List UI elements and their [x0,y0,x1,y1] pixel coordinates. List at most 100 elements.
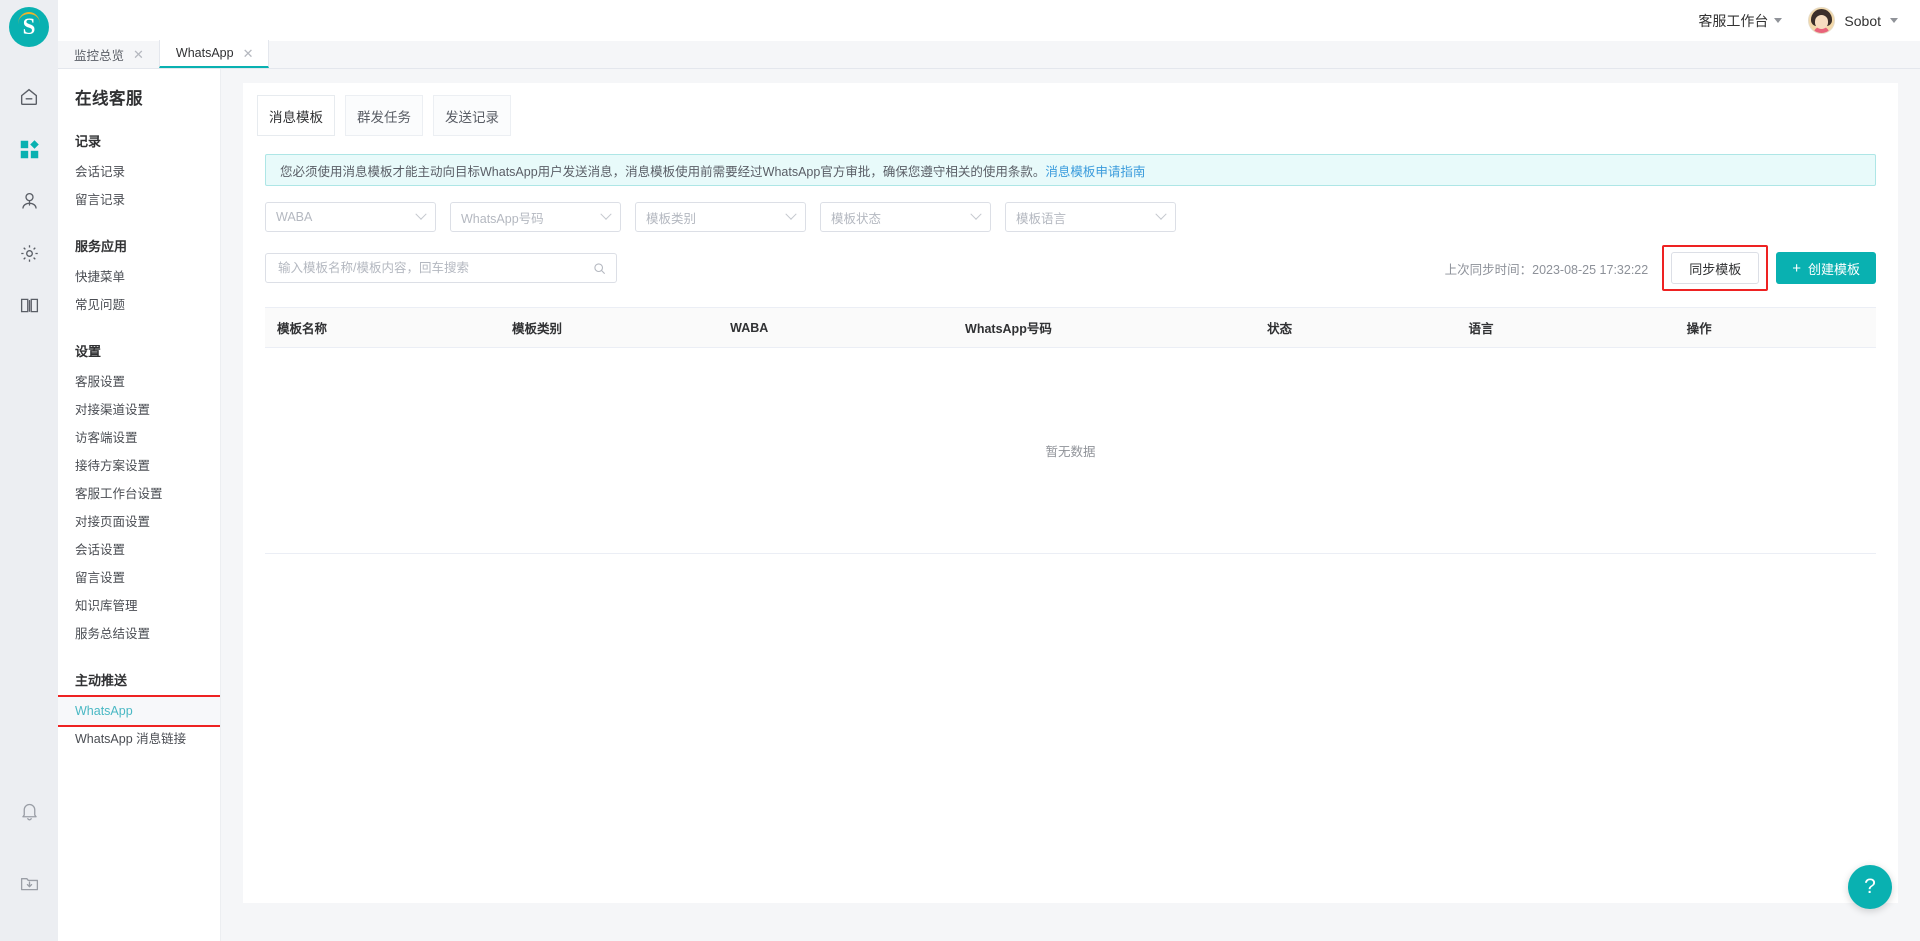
sidebar-item-knowledge-base[interactable]: 知识库管理 [58,592,220,620]
sidebar-item-service-summary-settings[interactable]: 服务总结设置 [58,620,220,648]
home-icon[interactable] [5,71,53,123]
sidebar-item-whatsapp[interactable]: WhatsApp [58,695,220,727]
column-language: 语言 [1456,307,1675,348]
close-icon[interactable]: ✕ [243,47,254,60]
page-tabs: 消息模板 群发任务 发送记录 [243,83,1898,136]
help-button[interactable]: ? [1848,865,1892,909]
sidebar-group-label: 主动推送 [75,673,128,688]
sidebar-item-visitor-settings[interactable]: 访客端设置 [58,424,220,452]
column-template-category: 模板类别 [499,307,719,348]
chevron-down-icon [970,208,982,220]
filter-template-category[interactable]: 模板类别 [635,202,806,232]
tab-bulk-task[interactable]: 群发任务 [345,95,423,136]
sidebar-item-channel-settings[interactable]: 对接渠道设置 [58,396,220,424]
gear-icon[interactable] [5,227,53,279]
bell-icon[interactable] [5,775,53,847]
table-header-row: 模板名称 模板类别 WABA WhatsApp号码 状态 语言 操作 [265,307,1876,348]
tab-label: 群发任务 [357,109,411,125]
search-box[interactable] [265,253,617,283]
sidebar-item-message-records[interactable]: 留言记录 [58,186,220,214]
filter-whatsapp-number[interactable]: WhatsApp号码 [450,202,621,232]
tab-label: 消息模板 [269,109,323,125]
sidebar-item-faq[interactable]: 常见问题 [58,291,220,319]
column-status: 状态 [1255,307,1457,348]
tab-panel: 您必须使用消息模板才能主动向目标WhatsApp用户发送消息，消息模板使用前需要… [243,136,1898,554]
close-icon[interactable]: ✕ [133,48,144,61]
user-name: Sobot [1844,12,1881,29]
sidebar-item-label: 快捷菜单 [75,270,126,284]
question-mark-icon: ? [1864,875,1876,898]
notice-banner: 您必须使用消息模板才能主动向目标WhatsApp用户发送消息，消息模板使用前需要… [265,154,1876,186]
sidebar-item-whatsapp-message-link[interactable]: WhatsApp 消息链接 [58,725,220,753]
empty-state-text: 暂无数据 [1045,445,1096,459]
tab-message-template[interactable]: 消息模板 [257,95,335,136]
create-template-button[interactable]: + 创建模板 [1776,252,1876,284]
sync-template-button[interactable]: 同步模板 [1671,252,1760,284]
filter-waba[interactable]: WABA [265,202,436,232]
sidebar-item-label: 留言记录 [75,193,126,207]
tab-send-records[interactable]: 发送记录 [433,95,511,136]
window-tab-label: 监控总览 [74,48,125,63]
sidebar-item-reception-plan-settings[interactable]: 接待方案设置 [58,452,220,480]
filter-row: WABA WhatsApp号码 模板类别 模板状态 模板语言 [265,202,1876,232]
chevron-down-icon [415,208,427,220]
notice-text: 您必须使用消息模板才能主动向目标WhatsApp用户发送消息，消息模板使用前需要… [280,164,1046,179]
sidebar-item-agent-settings[interactable]: 客服设置 [58,368,220,396]
user-icon[interactable] [5,175,53,227]
sidebar-group-service-apps: 服务应用 快捷菜单 常见问题 [58,236,220,319]
sidebar-item-session-settings[interactable]: 会话设置 [58,536,220,564]
search-and-actions-row: 上次同步时间：2023-08-25 17:32:22 同步模板 + 创建模板 [265,245,1876,291]
sidebar-group-label: 记录 [75,134,102,149]
sidebar-item-workbench-settings[interactable]: 客服工作台设置 [58,480,220,508]
download-folder-icon[interactable] [5,847,53,919]
sidebar-group-settings: 设置 客服设置 对接渠道设置 访客端设置 接待方案设置 客服工作台设置 对接页面… [58,341,220,648]
sidebar-item-quick-menu[interactable]: 快捷菜单 [58,263,220,291]
sidebar-item-message-settings[interactable]: 留言设置 [58,564,220,592]
app-root: S 客服工作台 Sobot 监控总览 ✕ WhatsApp ✕ 在线客服 记录 … [0,0,1920,941]
sidebar-title: 在线客服 [75,90,143,108]
template-table: 模板名称 模板类别 WABA WhatsApp号码 状态 语言 操作 [265,307,1876,348]
chevron-down-icon [1774,18,1783,23]
sidebar-item-label: WhatsApp [75,704,133,718]
column-whatsapp-number: WhatsApp号码 [953,307,1256,348]
sidebar-item-session-records[interactable]: 会话记录 [58,158,220,186]
sidebar-item-label: 接待方案设置 [75,459,151,473]
sidebar: 在线客服 记录 会话记录 留言记录 服务应用 快捷菜单 常见问题 设置 客服设置… [58,69,221,941]
sidebar-item-label: 服务总结设置 [75,627,151,641]
filter-template-language[interactable]: 模板语言 [1005,202,1176,232]
left-icon-rail: S [0,0,58,941]
window-tab-monitor[interactable]: 监控总览 ✕ [58,40,159,68]
filter-label: 模板状态 [831,211,882,226]
search-icon [594,262,605,274]
top-bar: 客服工作台 Sobot [58,0,1920,41]
workbench-label: 客服工作台 [1698,12,1769,29]
plus-icon: + [1792,259,1801,277]
chevron-down-icon [600,208,612,220]
sidebar-item-label: 知识库管理 [75,599,138,613]
logo-letter: S [22,14,36,39]
apps-icon[interactable] [5,123,53,175]
sidebar-item-label: 会话记录 [75,165,126,179]
window-tab-label: WhatsApp [175,46,234,60]
tab-label: 发送记录 [445,109,499,125]
filter-label: WABA [276,210,313,224]
sidebar-item-page-settings[interactable]: 对接页面设置 [58,508,220,536]
template-guide-link[interactable]: 消息模板申请指南 [1045,161,1145,180]
window-tab-whatsapp[interactable]: WhatsApp ✕ [158,40,269,68]
workbench-entry[interactable]: 客服工作台 [1698,11,1783,31]
sidebar-item-label: 客服设置 [75,375,126,389]
search-input[interactable] [276,260,576,276]
user-menu[interactable]: Sobot [1808,7,1898,34]
app-logo[interactable]: S [9,7,49,47]
sidebar-group-records: 记录 会话记录 留言记录 [58,131,220,214]
filter-label: WhatsApp号码 [461,211,544,226]
sidebar-item-label: 对接页面设置 [75,515,151,529]
chevron-down-icon [1890,18,1898,23]
sidebar-item-label: 客服工作台设置 [75,487,163,501]
column-template-name: 模板名称 [265,307,500,348]
rail-icon-list [5,71,53,331]
filter-template-status[interactable]: 模板状态 [820,202,991,232]
book-icon[interactable] [5,279,53,331]
content-card: 消息模板 群发任务 发送记录 您必须使用消息模板才能主动向目标WhatsApp用… [243,83,1898,903]
avatar [1808,7,1836,34]
